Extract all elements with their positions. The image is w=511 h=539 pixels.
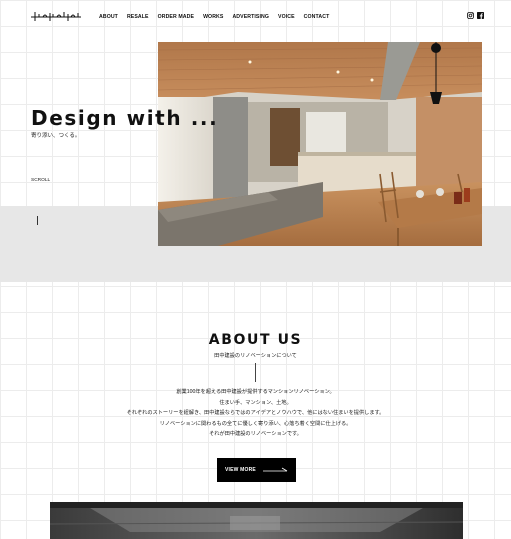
works-photo (50, 502, 463, 539)
nav-advertising[interactable]: ADVERTISING (232, 14, 269, 20)
hero-photo (158, 42, 482, 246)
hero-subtitle: 寄り添い、つくる。 (31, 133, 81, 139)
view-more-label: VIEW MORE (225, 467, 256, 473)
about-body: 創業100年を超える田中建設が提供するマンションリノベーション。 住まい手、マン… (0, 387, 511, 440)
about-line: それが田中建設のリノベーションです。 (209, 431, 302, 438)
scroll-indicator-line (37, 216, 38, 225)
facebook-icon[interactable] (477, 12, 484, 19)
scroll-label[interactable]: SCROLL (31, 178, 50, 183)
arrow-right-icon (263, 467, 288, 472)
main-nav: ABOUT RESALE ORDER MADE WORKS ADVERTISIN… (99, 14, 329, 20)
instagram-icon[interactable] (467, 12, 474, 19)
about-divider (255, 363, 256, 382)
about-line: 創業100年を超える田中建設が提供するマンションリノベーション。 (176, 389, 335, 395)
about-title: ABOUT US (208, 332, 303, 348)
about-line: それぞれのストーリーを紐解き、田中建設ならではのアイデアとノウハウで、他にはない… (126, 410, 385, 417)
nav-about[interactable]: ABOUT (99, 14, 118, 20)
about-line: リノベーションに関わるもの全てに優しく寄り添い、心落ち着く空間に仕上げる。 (159, 420, 352, 427)
about-subtitle: 田中建設のリノベーションについて (214, 353, 297, 359)
social-links (467, 12, 484, 19)
site-logo[interactable] (30, 9, 82, 23)
nav-resale[interactable]: RESALE (127, 14, 149, 20)
site-header: ABOUT RESALE ORDER MADE WORKS ADVERTISIN… (0, 0, 511, 34)
nav-works[interactable]: WORKS (203, 14, 223, 20)
hero-title: Design with ... (31, 106, 219, 130)
nav-contact[interactable]: CONTACT (304, 14, 330, 20)
view-more-button[interactable]: VIEW MORE (217, 458, 296, 482)
about-line: 住まい手、マンション、土地。 (219, 399, 292, 406)
nav-voice[interactable]: VOICE (278, 14, 295, 20)
nav-order-made[interactable]: ORDER MADE (158, 14, 194, 20)
